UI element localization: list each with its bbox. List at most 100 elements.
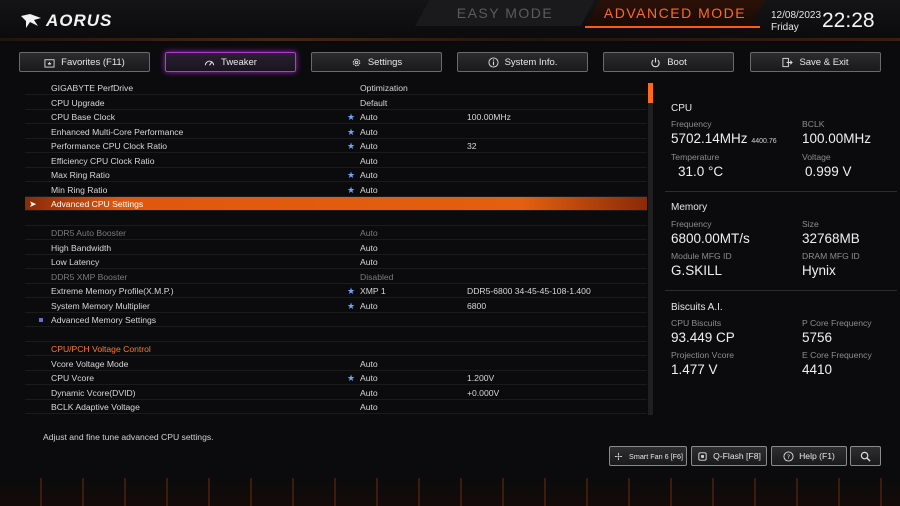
setting-value[interactable]: Auto [360, 255, 378, 269]
setting-value[interactable]: Default [360, 96, 387, 110]
setting-value[interactable]: Auto [360, 139, 378, 153]
setting-row[interactable]: System Memory Multiplier ★ Auto 6800 [25, 299, 647, 313]
bottom-decor-stripe [0, 478, 900, 506]
setting-name: CPU Upgrade [51, 97, 105, 108]
tab-system-info[interactable]: System Info. [457, 52, 588, 72]
qflash-button[interactable]: Q-Flash [F8] [691, 446, 767, 466]
temperature-value: 31.0 °C [678, 164, 724, 179]
settings-list: GIGABYTE PerfDrive Optimization CPU Upgrad… [25, 81, 647, 415]
favorite-star-icon[interactable]: ★ [347, 284, 355, 298]
tab-label: Save & Exit [799, 56, 849, 68]
memory-size-value: 32768MB [802, 231, 860, 246]
setting-row[interactable]: Advanced Memory Settings [25, 313, 647, 327]
setting-row[interactable]: High Bandwidth Auto [25, 241, 647, 255]
setting-value[interactable]: Auto [360, 154, 378, 168]
pcore-frequency-label: P Core Frequency [802, 318, 872, 328]
memory-frequency-value: 6800.00MT/s [671, 231, 750, 246]
cpu-frequency-value: 5702.14MHz 4400.76 [671, 131, 777, 146]
favorite-star-icon[interactable]: ★ [347, 110, 355, 124]
exit-icon [782, 57, 794, 67]
advanced-mode-button[interactable]: ADVANCED MODE [585, 0, 765, 26]
setting-row[interactable]: CPU Base Clock ★ Auto 100.00MHz [25, 110, 647, 124]
tab-label: Boot [667, 56, 687, 68]
search-button[interactable] [850, 446, 881, 466]
setting-row[interactable]: BCLK Adaptive Voltage Auto [25, 400, 647, 414]
tab-save-exit[interactable]: Save & Exit [750, 52, 881, 72]
setting-row[interactable]: Max Ring Ratio ★ Auto [25, 168, 647, 182]
scrollbar-track[interactable] [648, 83, 653, 415]
easy-mode-button[interactable]: EASY MODE [415, 0, 595, 26]
setting-name: DDR5 XMP Booster [51, 271, 128, 282]
setting-row[interactable]: GIGABYTE PerfDrive Optimization [25, 81, 647, 95]
setting-value[interactable]: Auto [360, 168, 378, 182]
tab-settings[interactable]: Settings [311, 52, 442, 72]
setting-value[interactable]: Auto [360, 357, 378, 371]
setting-row[interactable]: Vcore Voltage Mode Auto [25, 357, 647, 371]
setting-current: 32 [467, 141, 477, 151]
setting-name: CPU/PCH Voltage Control [51, 344, 151, 354]
favorite-star-icon[interactable]: ★ [347, 299, 355, 313]
temperature-label: Temperature [671, 152, 720, 162]
setting-row[interactable]: Min Ring Ratio ★ Auto [25, 183, 647, 197]
clock: 22:28 [822, 9, 875, 32]
setting-row[interactable]: DDR5 Auto Booster Auto [25, 226, 647, 240]
setting-row[interactable]: ➤ Advanced CPU Settings [25, 197, 647, 211]
setting-value[interactable]: Auto [360, 226, 378, 240]
setting-name: Dynamic Vcore(DVID) [51, 387, 136, 398]
setting-value[interactable]: Auto [360, 110, 378, 124]
tab-tweaker[interactable]: Tweaker [165, 52, 296, 72]
setting-value[interactable]: XMP 1 [360, 284, 386, 298]
setting-value[interactable]: Disabled [360, 270, 393, 284]
setting-row[interactable]: CPU Vcore ★ Auto 1.200V [25, 371, 647, 385]
setting-row[interactable]: CPU/PCH Voltage Control [25, 342, 647, 356]
help-button[interactable]: ? Help (F1) [771, 446, 847, 466]
setting-value[interactable]: Auto [360, 371, 378, 385]
top-decor-stripe [0, 38, 900, 41]
setting-name: Performance CPU Clock Ratio [51, 141, 168, 151]
folder-star-icon [44, 58, 55, 68]
power-icon [651, 57, 660, 67]
setting-row[interactable]: Dynamic Vcore(DVID) Auto +0.000V [25, 386, 647, 400]
setting-row[interactable]: DDR5 XMP Booster Disabled [25, 270, 647, 284]
cpu-frequency-sub: 4400.76 [751, 138, 777, 145]
favorite-star-icon[interactable]: ★ [347, 139, 355, 153]
setting-value[interactable]: Auto [360, 400, 378, 414]
setting-value[interactable]: Optimization [360, 81, 408, 95]
setting-name: Max Ring Ratio [51, 170, 110, 180]
setting-value[interactable]: Auto [360, 386, 378, 400]
setting-row[interactable]: CPU Upgrade Default [25, 96, 647, 110]
search-icon [860, 451, 871, 462]
favorite-star-icon[interactable]: ★ [347, 168, 355, 182]
smart-fan-button[interactable]: Smart Fan 6 [F6] [609, 446, 687, 466]
setting-row[interactable]: Low Latency Auto [25, 255, 647, 269]
setting-row[interactable]: Enhanced Multi-Core Performance ★ Auto [25, 125, 647, 139]
setting-name: CPU Base Clock [51, 112, 115, 122]
setting-name: Extreme Memory Profile(X.M.P.) [51, 286, 174, 296]
setting-name: CPU Vcore [51, 373, 94, 383]
favorite-star-icon[interactable]: ★ [347, 125, 355, 139]
setting-current: 1.200V [467, 373, 495, 383]
setting-name: Min Ring Ratio [51, 184, 108, 195]
setting-row[interactable]: Performance CPU Clock Ratio ★ Auto 32 [25, 139, 647, 153]
setting-name: BCLK Adaptive Voltage [51, 402, 140, 412]
advanced-mode-underline [585, 26, 760, 28]
setting-row[interactable]: Efficiency CPU Clock Ratio Auto [25, 154, 647, 168]
setting-name: High Bandwidth [51, 242, 112, 253]
setting-value[interactable]: Auto [360, 299, 378, 313]
selection-arrow-icon: ➤ [29, 199, 37, 209]
setting-row[interactable]: Extreme Memory Profile(X.M.P.) ★ XMP 1 DDR5… [25, 284, 647, 298]
setting-value[interactable]: Auto [360, 183, 378, 197]
ecore-frequency-value: 4410 [802, 362, 833, 377]
submenu-bullet-icon [39, 318, 43, 322]
setting-value[interactable]: Auto [360, 125, 378, 139]
tab-boot[interactable]: Boot [603, 52, 734, 72]
date-text: 12/08/2023 [771, 10, 822, 21]
memory-section-title: Memory [671, 202, 708, 213]
scrollbar-thumb[interactable] [648, 83, 653, 103]
tab-favorites[interactable]: Favorites (F11) [19, 52, 150, 72]
cpu-biscuits-value: 93.449 CP [671, 330, 735, 345]
favorite-star-icon[interactable]: ★ [347, 371, 355, 385]
setting-value[interactable]: Auto [360, 241, 378, 255]
gauge-icon [204, 60, 215, 66]
favorite-star-icon[interactable]: ★ [347, 183, 355, 197]
